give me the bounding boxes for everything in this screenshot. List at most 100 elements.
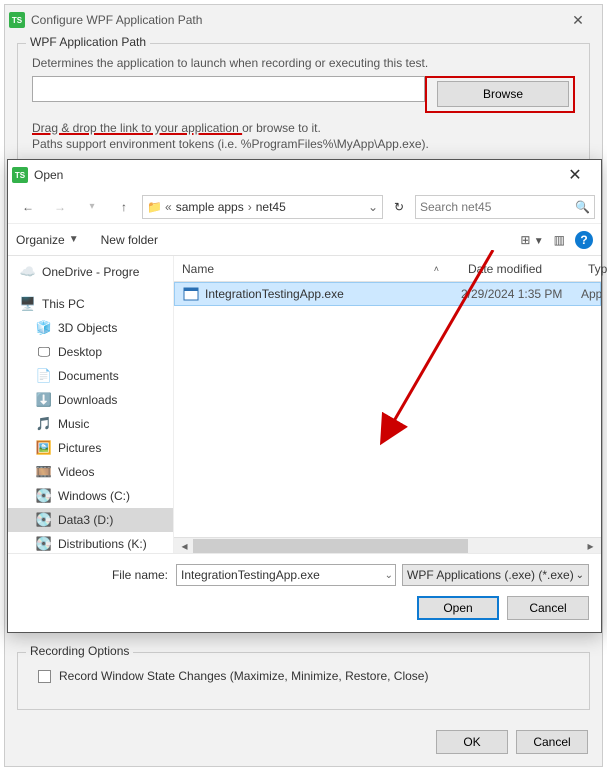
checkbox-icon[interactable] bbox=[38, 670, 51, 683]
music-icon: 🎵 bbox=[36, 416, 52, 432]
open-button[interactable]: Open bbox=[417, 596, 499, 620]
cancel-button[interactable]: Cancel bbox=[507, 596, 589, 620]
column-date[interactable]: Date modified bbox=[460, 256, 580, 281]
scroll-left-icon[interactable]: ◂ bbox=[176, 539, 193, 553]
new-folder-button[interactable]: New folder bbox=[101, 233, 158, 247]
path-row: Browse bbox=[32, 76, 575, 113]
hint-line1: Drag & drop the link to your application… bbox=[32, 121, 575, 135]
filter-combo[interactable]: WPF Applications (.exe) (*.exe) ⌄ bbox=[402, 564, 589, 586]
titlebar: TS Configure WPF Application Path ✕ bbox=[5, 5, 602, 35]
chevron-down-icon: ▼ bbox=[69, 234, 79, 245]
crumb-seg2[interactable]: net45 bbox=[256, 200, 286, 214]
column-name[interactable]: Name ˄ bbox=[174, 256, 460, 281]
tree-documents[interactable]: 📄 Documents bbox=[8, 364, 173, 388]
hint-drag: Drag & drop the link to your application bbox=[32, 121, 242, 135]
column-label: Name bbox=[182, 262, 214, 276]
nav-row: ← → ▾ ↑ 📁 « sample apps › net45 ⌄ ↻ Sear… bbox=[8, 190, 601, 224]
chevron-down-icon[interactable]: ⌄ bbox=[576, 570, 584, 581]
column-type[interactable]: Type bbox=[580, 256, 607, 281]
tree-label: Documents bbox=[58, 369, 119, 383]
folder-icon: 📁 bbox=[147, 200, 161, 214]
tree-label: Distributions (K:) bbox=[58, 537, 147, 551]
tree-windows-c[interactable]: 💽Windows (C:) bbox=[8, 484, 173, 508]
horizontal-scrollbar[interactable]: ◂ ▸ bbox=[174, 537, 601, 553]
organize-menu[interactable]: Organize ▼ bbox=[16, 233, 79, 247]
path-input[interactable] bbox=[32, 76, 425, 102]
file-name-cell: IntegrationTestingApp.exe bbox=[175, 286, 461, 302]
pc-icon: 🖥️ bbox=[20, 296, 36, 312]
toolbar-right: ⊞ ▼ ▥ ? bbox=[520, 231, 593, 249]
cancel-button[interactable]: Cancel bbox=[516, 730, 588, 754]
file-list[interactable]: IntegrationTestingApp.exe 2/29/2024 1:35… bbox=[174, 282, 601, 537]
view-options-icon[interactable]: ⊞ ▼ bbox=[520, 233, 543, 247]
tree-data-d[interactable]: 💽Data3 (D:) bbox=[8, 508, 173, 532]
browse-highlight: Browse bbox=[425, 76, 575, 113]
filename-row: File name: IntegrationTestingApp.exe ⌄ W… bbox=[20, 564, 589, 586]
close-icon[interactable]: ✕ bbox=[558, 8, 598, 32]
scroll-thumb[interactable] bbox=[193, 539, 468, 553]
close-icon[interactable]: ✕ bbox=[553, 161, 597, 189]
nav-forward-icon[interactable]: → bbox=[46, 195, 74, 219]
ok-button[interactable]: OK bbox=[436, 730, 508, 754]
app-icon: TS bbox=[9, 12, 25, 28]
hint-tokens: Paths support environment tokens (i.e. %… bbox=[32, 137, 575, 151]
tree-label: Pictures bbox=[58, 441, 101, 455]
tree-pictures[interactable]: 🖼️ Pictures bbox=[8, 436, 173, 460]
tree-downloads[interactable]: ⬇️Downloads bbox=[8, 388, 173, 412]
wpf-path-group: WPF Application Path Determines the appl… bbox=[17, 43, 590, 166]
documents-icon: 📄 bbox=[36, 368, 52, 384]
browse-button[interactable]: Browse bbox=[437, 81, 569, 107]
help-icon[interactable]: ? bbox=[575, 231, 593, 249]
record-window-state-row[interactable]: Record Window State Changes (Maximize, M… bbox=[38, 669, 575, 683]
nav-back-icon[interactable]: ← bbox=[14, 195, 42, 219]
tree-distributions-k[interactable]: 💽 Distributions (K:) bbox=[8, 532, 173, 553]
tree-label: Downloads bbox=[58, 393, 117, 407]
crumb-seg1[interactable]: sample apps bbox=[176, 200, 244, 214]
pictures-icon: 🖼️ bbox=[36, 440, 52, 456]
drive-icon: 💽 bbox=[36, 536, 52, 552]
file-row[interactable]: IntegrationTestingApp.exe 2/29/2024 1:35… bbox=[174, 282, 601, 306]
tree-label: 3D Objects bbox=[58, 321, 117, 335]
scroll-right-icon[interactable]: ▸ bbox=[582, 539, 599, 553]
file-type: App bbox=[581, 287, 601, 301]
dialog-buttons: OK Cancel bbox=[436, 730, 588, 754]
sort-caret-icon: ˄ bbox=[434, 264, 439, 274]
filter-value: WPF Applications (.exe) (*.exe) bbox=[407, 568, 574, 582]
tree-label: Desktop bbox=[58, 345, 102, 359]
nav-recent-icon[interactable]: ▾ bbox=[78, 195, 106, 219]
nav-up-icon[interactable]: ↑ bbox=[110, 195, 138, 219]
tree-3d-objects[interactable]: 🧊3D Objects bbox=[8, 316, 173, 340]
chevron-down-icon[interactable]: ⌄ bbox=[368, 200, 378, 214]
search-icon: 🔍 bbox=[575, 200, 590, 214]
file-date: 2/29/2024 1:35 PM bbox=[461, 287, 581, 301]
chevron-right-icon: › bbox=[248, 200, 252, 214]
tree-videos[interactable]: 🎞️Videos bbox=[8, 460, 173, 484]
chevron-down-icon[interactable]: ⌄ bbox=[385, 570, 393, 581]
search-input[interactable]: Search net45 🔍 bbox=[415, 195, 595, 219]
file-pane: Name ˄ Date modified Type IntegrationTes… bbox=[174, 256, 601, 553]
checkbox-label: Record Window State Changes (Maximize, M… bbox=[59, 669, 428, 683]
tree-label: This PC bbox=[42, 297, 85, 311]
group-legend: WPF Application Path bbox=[26, 35, 150, 49]
folder-tree[interactable]: ☁️OneDrive - Progre 🖥️ This PC 🧊3D Object… bbox=[8, 256, 174, 553]
open-cancel-row: Open Cancel bbox=[20, 596, 589, 620]
open-dialog: TS Open ✕ ← → ▾ ↑ 📁 « sample apps › net4… bbox=[7, 159, 602, 633]
breadcrumb[interactable]: 📁 « sample apps › net45 ⌄ bbox=[142, 195, 383, 219]
recording-options-group: Recording Options Record Window State Ch… bbox=[17, 652, 590, 710]
organize-label: Organize bbox=[16, 233, 65, 247]
tree-onedrive[interactable]: ☁️OneDrive - Progre bbox=[8, 260, 173, 284]
open-titlebar: TS Open ✕ bbox=[8, 160, 601, 190]
dialog-title: Configure WPF Application Path bbox=[31, 13, 558, 27]
tree-this-pc[interactable]: 🖥️ This PC bbox=[8, 292, 173, 316]
tree-label: Windows (C:) bbox=[58, 489, 130, 503]
refresh-icon[interactable]: ↻ bbox=[387, 196, 411, 218]
preview-pane-icon[interactable]: ▥ bbox=[554, 233, 565, 247]
videos-icon: 🎞️ bbox=[36, 464, 52, 480]
tree-label: Data3 (D:) bbox=[58, 513, 113, 527]
tree-desktop[interactable]: 🖵 Desktop bbox=[8, 340, 173, 364]
file-name: IntegrationTestingApp.exe bbox=[205, 287, 344, 301]
crumb-root[interactable]: « bbox=[165, 200, 172, 214]
tree-music[interactable]: 🎵Music bbox=[8, 412, 173, 436]
filename-combo[interactable]: IntegrationTestingApp.exe ⌄ bbox=[176, 564, 396, 586]
desktop-icon: 🖵 bbox=[36, 344, 52, 360]
